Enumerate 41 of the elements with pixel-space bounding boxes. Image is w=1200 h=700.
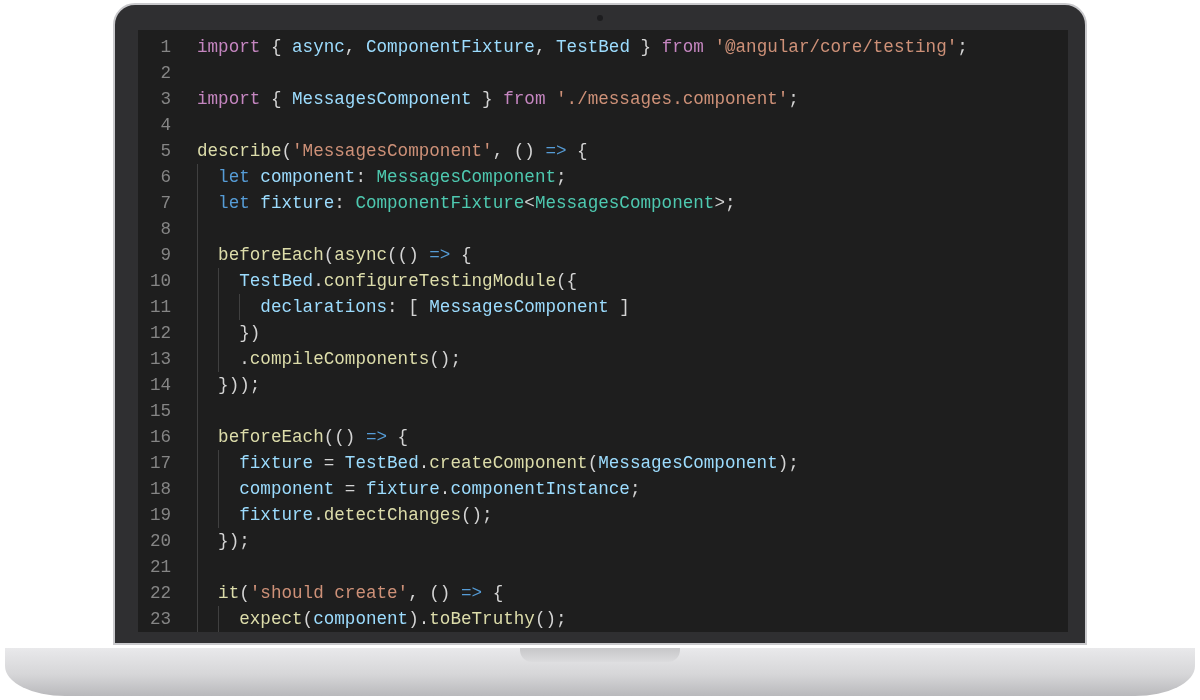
line-number: 19 [148,504,172,527]
code-line: beforeEach(() => { [217,427,409,447]
code-line: import { MessagesComponent } from './messages.component'; [197,89,799,109]
line-number: 3 [159,88,172,111]
code-line: it('should create', () => { [217,583,504,603]
code-line: }) [238,323,261,343]
code-line: describe('MessagesComponent', () => { [197,141,588,161]
line-number: 13 [148,348,172,371]
code-line: declarations: [ MessagesComponent ] [259,297,630,317]
line-number: 18 [148,478,172,501]
line-number: 1 [159,36,172,59]
code-line: .compileComponents(); [238,349,461,369]
line-number: 12 [148,322,172,345]
line-number: 9 [159,244,172,267]
code-line: expect(component).toBeTruthy(); [238,609,567,629]
code-line: fixture = TestBed.createComponent(MessagesComponent); [238,453,799,473]
line-number: 10 [148,270,172,293]
line-number: 15 [148,400,172,423]
code-line: TestBed.configureTestingModule({ [238,271,578,291]
line-number: 22 [148,582,172,605]
line-number: 6 [159,166,172,189]
line-number: 17 [148,452,172,475]
line-number: 5 [159,140,172,163]
line-number: 21 [148,556,172,579]
code-line: }); [217,531,250,551]
line-number: 7 [159,192,172,215]
code-line: beforeEach(async(() => { [217,245,472,265]
line-number: 4 [159,114,172,137]
code-line: import { async, ComponentFixture, TestBed } from '@angular/core/testing'; [197,37,968,57]
code-line: fixture.detectChanges(); [238,505,493,525]
code-line: component = fixture.componentInstance; [238,479,641,499]
line-number: 2 [159,62,172,85]
line-number: 16 [148,426,172,449]
code-line: let fixture: ComponentFixture<MessagesComponent>; [217,193,736,213]
line-number: 23 [148,608,172,631]
line-number: 14 [148,374,172,397]
line-number: 11 [148,296,172,319]
line-number: 20 [148,530,172,553]
code-line: let component: MessagesComponent; [217,167,567,187]
code-line: })); [217,375,261,395]
line-number: 8 [159,218,172,241]
